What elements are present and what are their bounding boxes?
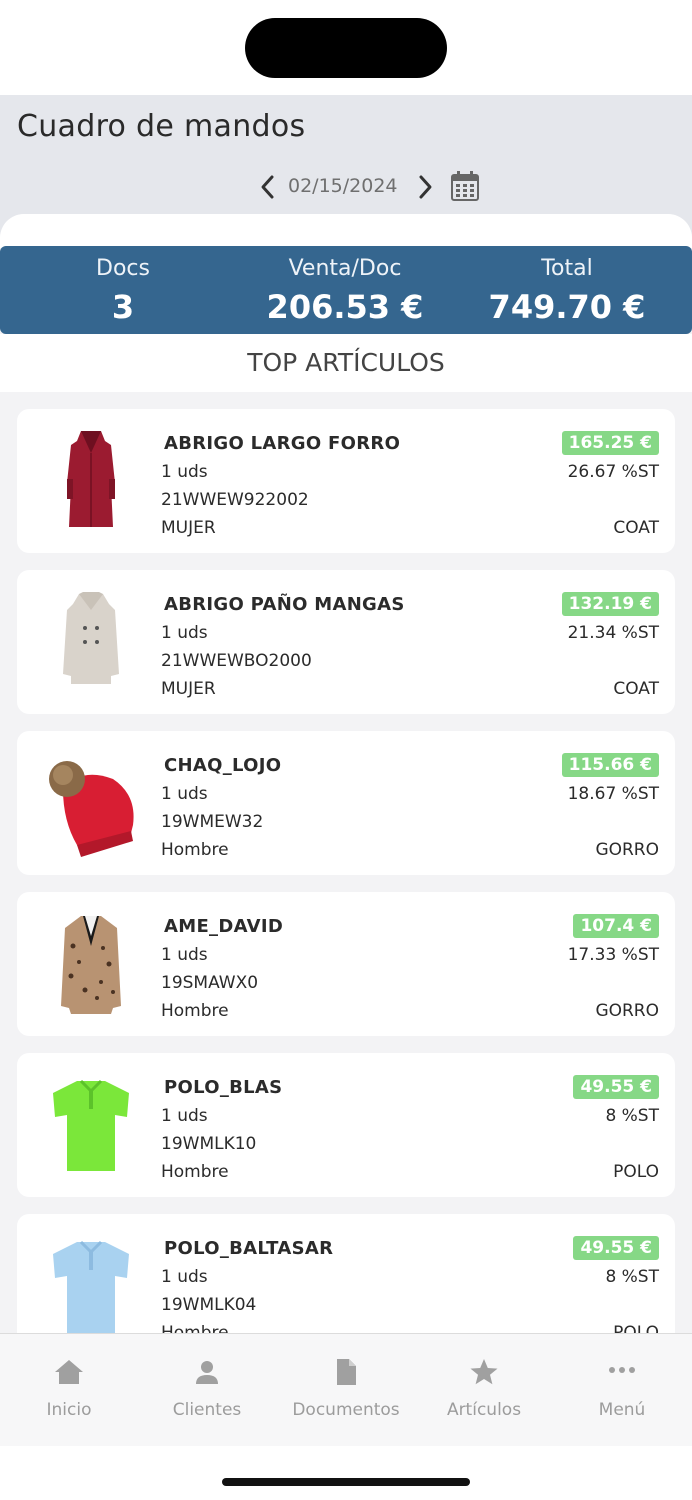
item-gender: Hombre xyxy=(161,840,229,860)
price-badge: 107.4 € xyxy=(573,914,659,938)
tab-menu[interactable]: Menú xyxy=(553,1334,691,1434)
tab-inicio[interactable]: Inicio xyxy=(0,1334,138,1434)
item-units: 1 uds xyxy=(161,784,208,804)
item-category: GORRO xyxy=(595,840,659,860)
star-icon xyxy=(470,1359,498,1385)
item-code: 21WWEW922002 xyxy=(161,490,309,510)
item-code: 19WMEW32 xyxy=(161,812,264,832)
item-gender: MUJER xyxy=(161,679,216,699)
tab-clientes[interactable]: Clientes xyxy=(138,1334,276,1434)
blue-polo-image xyxy=(53,1240,129,1344)
item-gender: Hombre xyxy=(161,1001,229,1021)
dynamic-island xyxy=(245,18,447,78)
price-badge: 49.55 € xyxy=(573,1236,659,1260)
stat-total-label: Total xyxy=(541,256,593,281)
price-badge: 115.66 € xyxy=(561,753,659,777)
item-category: GORRO xyxy=(595,1001,659,1021)
item-percentage: 18.67 %ST xyxy=(567,784,659,804)
item-code: 19WMLK10 xyxy=(161,1134,257,1154)
product-card[interactable]: AME_DAVID 1 uds 19SMAWX0 Hombre 107.4 € … xyxy=(17,892,675,1036)
stat-sale-per-doc: Venta/Doc 206.53 € xyxy=(230,246,460,334)
stats-banner: Docs 3 Venta/Doc 206.53 € Total 749.70 € xyxy=(0,246,692,334)
user-icon xyxy=(196,1361,218,1384)
item-percentage: 17.33 %ST xyxy=(567,945,659,965)
tab-label: Documentos xyxy=(292,1400,400,1420)
calendar-icon[interactable] xyxy=(450,170,480,202)
item-category: COAT xyxy=(613,679,659,699)
product-card[interactable]: ABRIGO PAÑO MANGAS 1 uds 21WWEWBO2000 MU… xyxy=(17,570,675,714)
selected-date[interactable]: 02/15/2024 xyxy=(288,175,398,197)
bottom-tab-bar: Inicio Clientes Documentos Artículos Men… xyxy=(0,1333,692,1446)
item-units: 1 uds xyxy=(161,462,208,482)
item-units: 1 uds xyxy=(161,1106,208,1126)
item-name: ABRIGO LARGO FORRO xyxy=(164,433,401,454)
section-header: TOP ARTÍCULOS xyxy=(0,334,692,392)
tab-documentos[interactable]: Documentos xyxy=(277,1334,415,1434)
section-title: TOP ARTÍCULOS xyxy=(247,348,445,377)
green-polo-image xyxy=(53,1079,129,1171)
product-card[interactable]: CHAQ_LOJO 1 uds 19WMEW32 Hombre 115.66 €… xyxy=(17,731,675,875)
item-category: COAT xyxy=(613,518,659,538)
more-icon xyxy=(609,1367,635,1373)
date-navigator: 02/15/2024 xyxy=(0,167,692,207)
item-percentage: 21.34 %ST xyxy=(567,623,659,643)
stat-sale-per-doc-value: 206.53 € xyxy=(266,288,424,326)
item-percentage: 26.67 %ST xyxy=(567,462,659,482)
tab-label: Clientes xyxy=(172,1400,242,1420)
item-gender: Hombre xyxy=(161,1162,229,1182)
chevron-left-icon[interactable] xyxy=(255,173,281,201)
item-name: ABRIGO PAÑO MANGAS xyxy=(164,594,405,615)
content-sheet: Docs 3 Venta/Doc 206.53 € Total 749.70 €… xyxy=(0,214,692,1445)
item-category: POLO xyxy=(613,1162,659,1182)
stat-total: Total 749.70 € xyxy=(452,246,682,334)
tab-label: Artículos xyxy=(446,1400,522,1420)
item-name: POLO_BLAS xyxy=(164,1077,283,1098)
item-code: 19WMLK04 xyxy=(161,1295,257,1315)
dashboard-screen: Cuadro de mandos 02/15/2024 Docs 3 Venta… xyxy=(0,95,692,1445)
stat-docs: Docs 3 xyxy=(8,246,238,334)
stat-docs-label: Docs xyxy=(96,256,150,281)
product-card[interactable]: POLO_BLAS 1 uds 19WMLK10 Hombre 49.55 € … xyxy=(17,1053,675,1197)
item-code: 21WWEWBO2000 xyxy=(161,651,312,671)
price-badge: 165.25 € xyxy=(561,431,659,455)
tab-label: Menú xyxy=(598,1400,646,1420)
red-coat-image xyxy=(67,431,115,527)
stat-sale-per-doc-label: Venta/Doc xyxy=(288,256,402,281)
stat-docs-value: 3 xyxy=(111,288,135,326)
item-units: 1 uds xyxy=(161,1267,208,1287)
item-name: CHAQ_LOJO xyxy=(164,755,282,776)
tab-articulos[interactable]: Artículos xyxy=(415,1334,553,1434)
price-badge: 132.19 € xyxy=(561,592,659,616)
item-name: AME_DAVID xyxy=(164,916,284,937)
item-percentage: 8 %ST xyxy=(605,1106,659,1126)
tab-label: Inicio xyxy=(46,1400,92,1420)
page-title: Cuadro de mandos xyxy=(17,109,306,144)
item-gender: MUJER xyxy=(161,518,216,538)
sheet-header xyxy=(0,214,692,248)
product-card[interactable]: ABRIGO LARGO FORRO 1 uds 21WWEW922002 MU… xyxy=(17,409,675,553)
item-percentage: 8 %ST xyxy=(605,1267,659,1287)
leopard-blazer-image xyxy=(61,916,121,1014)
item-name: POLO_BALTASAR xyxy=(164,1238,334,1259)
price-badge: 49.55 € xyxy=(573,1075,659,1099)
document-icon xyxy=(337,1359,356,1385)
item-code: 19SMAWX0 xyxy=(161,973,259,993)
item-units: 1 uds xyxy=(161,945,208,965)
chevron-right-icon[interactable] xyxy=(412,173,438,201)
red-beanie-image xyxy=(49,761,134,857)
home-indicator xyxy=(222,1478,470,1486)
beige-coat-image xyxy=(63,592,119,684)
item-units: 1 uds xyxy=(161,623,208,643)
stat-total-value: 749.70 € xyxy=(488,288,646,326)
home-icon xyxy=(55,1360,83,1384)
